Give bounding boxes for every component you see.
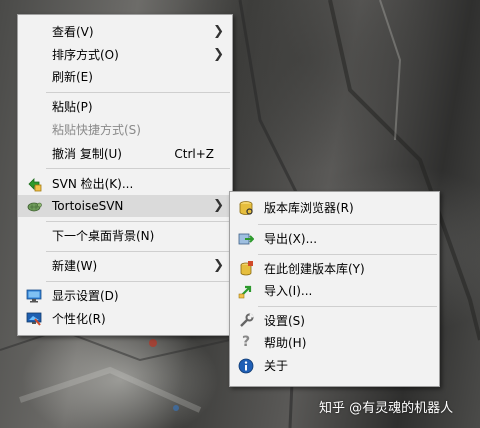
submenu-item-export[interactable]: 导出(X)... — [230, 228, 439, 250]
tortoisesvn-submenu: 版本库浏览器(R) 导出(X)... 在此创建版本库(Y) 导入(I)... 设… — [229, 191, 440, 387]
menu-separator — [258, 224, 437, 225]
chevron-right-icon: ❯ — [213, 24, 224, 39]
tortoisesvn-icon — [27, 202, 42, 212]
submenu-item-import[interactable]: 导入(I)... — [230, 280, 439, 302]
menu-item-svn-checkout[interactable]: SVN 检出(K)... — [18, 173, 232, 195]
menu-item-new[interactable]: 新建(W) ❯ — [18, 255, 232, 277]
menu-item-view[interactable]: 查看(V) ❯ — [18, 21, 232, 43]
shortcut-label: Ctrl+Z — [174, 147, 214, 161]
chevron-right-icon: ❯ — [213, 47, 224, 62]
menu-item-refresh[interactable]: 刷新(E) — [18, 66, 232, 88]
menu-separator — [258, 306, 437, 307]
menu-item-tortoisesvn[interactable]: TortoiseSVN ❯ — [18, 195, 232, 217]
desktop-context-menu: 查看(V) ❯ 排序方式(O) ❯ 刷新(E) 粘贴(P) 粘贴快捷方式(S) … — [17, 14, 233, 336]
import-icon — [238, 285, 252, 299]
repo-browser-icon — [239, 201, 253, 215]
chevron-right-icon: ❯ — [213, 258, 224, 273]
submenu-item-repo-browser[interactable]: 版本库浏览器(R) — [230, 197, 439, 219]
menu-item-display-settings[interactable]: 显示设置(D) — [18, 285, 232, 307]
menu-separator — [258, 254, 437, 255]
menu-separator — [46, 168, 230, 169]
submenu-item-about[interactable]: 关于 — [230, 355, 439, 377]
menu-item-paste-shortcut: 粘贴快捷方式(S) — [52, 123, 141, 137]
settings-wrench-icon — [240, 313, 254, 327]
submenu-item-settings[interactable]: 设置(S) — [230, 310, 439, 332]
watermark-text: 知乎 @有灵魂的机器人 — [319, 401, 454, 416]
menu-item-paste[interactable]: 粘贴(P) — [18, 96, 232, 118]
svn-checkout-icon — [28, 178, 42, 192]
submenu-item-create-repo[interactable]: 在此创建版本库(Y) — [230, 258, 439, 280]
menu-item-personalize[interactable]: 个性化(R) — [18, 308, 232, 330]
menu-item-undo-copy[interactable]: 撤消 复制(U) Ctrl+Z — [18, 143, 232, 165]
menu-separator — [46, 221, 230, 222]
menu-item-sort-by[interactable]: 排序方式(O) ❯ — [18, 44, 232, 66]
display-settings-icon — [26, 289, 42, 303]
menu-separator — [46, 281, 230, 282]
about-info-icon — [238, 358, 254, 374]
submenu-item-help[interactable]: ? 帮助(H) — [230, 332, 439, 354]
create-repo-icon — [240, 261, 253, 276]
personalize-icon — [26, 312, 42, 326]
help-icon: ? — [241, 334, 251, 350]
menu-item-next-background[interactable]: 下一个桌面背景(N) — [18, 225, 232, 247]
chevron-right-icon: ❯ — [213, 198, 224, 213]
menu-separator — [46, 251, 230, 252]
export-icon — [238, 233, 254, 245]
menu-separator — [46, 92, 230, 93]
